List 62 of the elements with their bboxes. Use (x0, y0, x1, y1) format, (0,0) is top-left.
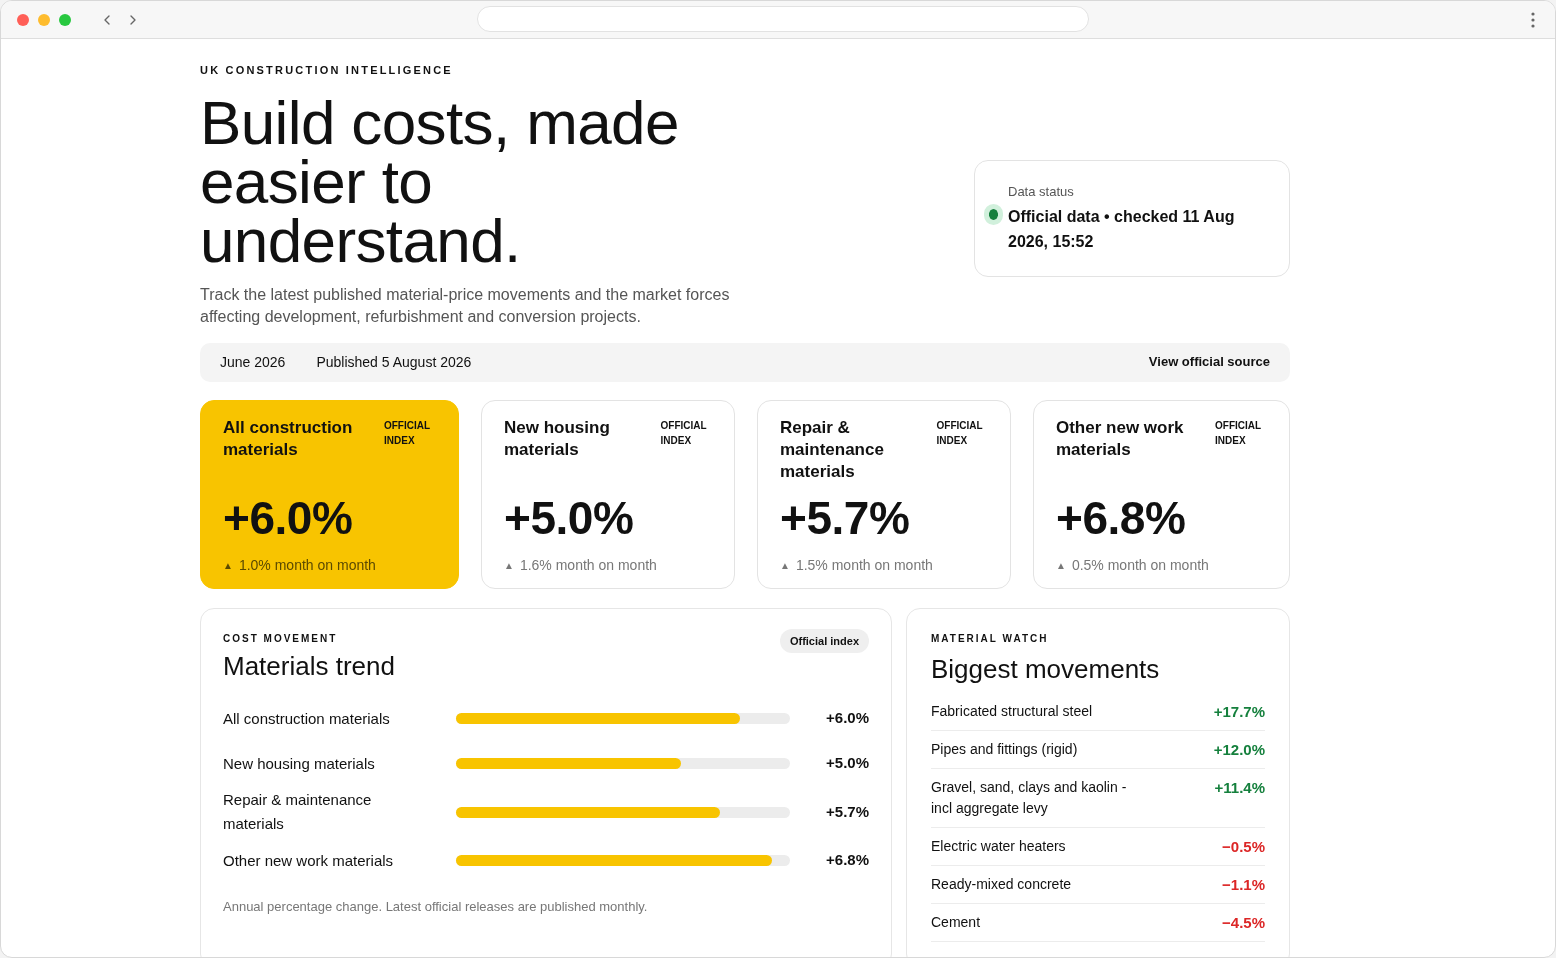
trend-label: Other new work materials (223, 850, 395, 871)
material-name: Gravel, sand, clays and kaolin - incl aggregate levy (931, 777, 1128, 818)
trend-label: All construction materials (223, 708, 391, 729)
month-change: 0.5% month on month (1071, 555, 1209, 575)
official-source-link[interactable]: View official source (1148, 352, 1270, 372)
up-arrow-icon: ▲ (504, 557, 514, 573)
intro-text: Track the latest published material-price movements and the market forces affecting development, refurbishment and conversion projects. (200, 284, 731, 327)
eyebrow-label: UK CONSTRUCTION INTELLIGENCE (200, 63, 454, 78)
official-index-label: OFFICIAL INDEX (1215, 418, 1262, 448)
maximize-window-button[interactable] (59, 13, 71, 26)
movement-value: −1.1% (1222, 874, 1265, 895)
section-title: Materials trend (223, 650, 396, 683)
status-text: Official data • checked 11 Aug 2026, 15:52 (1008, 206, 1236, 252)
close-window-button[interactable] (17, 13, 29, 26)
official-index-label: OFFICIAL INDEX (936, 418, 984, 448)
movement-value: +12.0% (1213, 739, 1265, 760)
trend-value: +6.0% (826, 708, 869, 729)
month-change: 1.5% month on month (795, 555, 933, 575)
card-value: +5.7% (780, 492, 911, 543)
trend-value: +5.7% (826, 801, 869, 822)
official-index-label: OFFICIAL INDEX (384, 418, 431, 448)
trend-value: +6.8% (826, 850, 869, 871)
index-card[interactable]: New housing materials OFFICIAL INDEX +5.0% ▲ 1.6% month on month (481, 399, 735, 589)
material-name: Cement (931, 912, 982, 932)
card-title: All construction materials (223, 416, 354, 461)
movement-value: +11.4% (1214, 777, 1265, 798)
card-value: +6.8% (1056, 492, 1187, 543)
card-title: Repair & maintenance materials (780, 416, 885, 483)
trend-label: Repair & maintenance materials (223, 790, 373, 834)
card-value: +5.0% (504, 492, 635, 543)
trend-note: Annual percentage change. Latest official releases are published monthly. (223, 898, 649, 916)
material-name: Fabricated structural steel (931, 701, 1094, 721)
more-options-icon[interactable] (1531, 12, 1535, 28)
movement-value: +17.7% (1213, 701, 1265, 722)
official-index-label: OFFICIAL INDEX (660, 418, 708, 448)
material-name: Ready-mixed concrete (931, 874, 1073, 894)
up-arrow-icon: ▲ (1056, 557, 1066, 573)
movement-value: −4.5% (1222, 912, 1265, 933)
section-eyebrow: MATERIAL WATCH (931, 631, 1050, 646)
published-date: Published 5 August 2026 (316, 352, 472, 372)
index-card[interactable]: Other new work materials OFFICIAL INDEX +6.8% ▲ 0.5% month on month (1033, 399, 1290, 589)
movement-value: −0.5% (1222, 836, 1265, 857)
up-arrow-icon: ▲ (223, 557, 233, 573)
up-arrow-icon: ▲ (780, 557, 790, 573)
release-period: June 2026 (220, 352, 286, 372)
trend-label: New housing materials (223, 753, 376, 774)
minimize-window-button[interactable] (38, 13, 50, 26)
material-name: Electric water heaters (931, 836, 1067, 856)
trend-value: +5.0% (826, 753, 869, 774)
page-headline: Build costs, made easier to understand. (200, 92, 680, 270)
month-change: 1.6% month on month (519, 555, 657, 575)
card-value: +6.0% (223, 492, 354, 543)
material-name: Pipes and fittings (rigid) (931, 739, 1079, 759)
card-title: New housing materials (504, 416, 611, 461)
index-card[interactable]: All construction materials OFFICIAL INDEX +6.0% ▲ 1.0% month on month (200, 399, 459, 589)
month-change: 1.0% month on month (238, 555, 376, 575)
section-eyebrow: COST MOVEMENT (223, 631, 338, 646)
official-index-tag: Official index (779, 628, 869, 653)
status-label: Data status (1008, 183, 1075, 201)
index-card[interactable]: Repair & maintenance materials OFFICIAL INDEX +5.7% ▲ 1.5% month on month (757, 399, 1011, 589)
card-title: Other new work materials (1056, 416, 1185, 461)
section-title: Biggest movements (931, 652, 1161, 686)
